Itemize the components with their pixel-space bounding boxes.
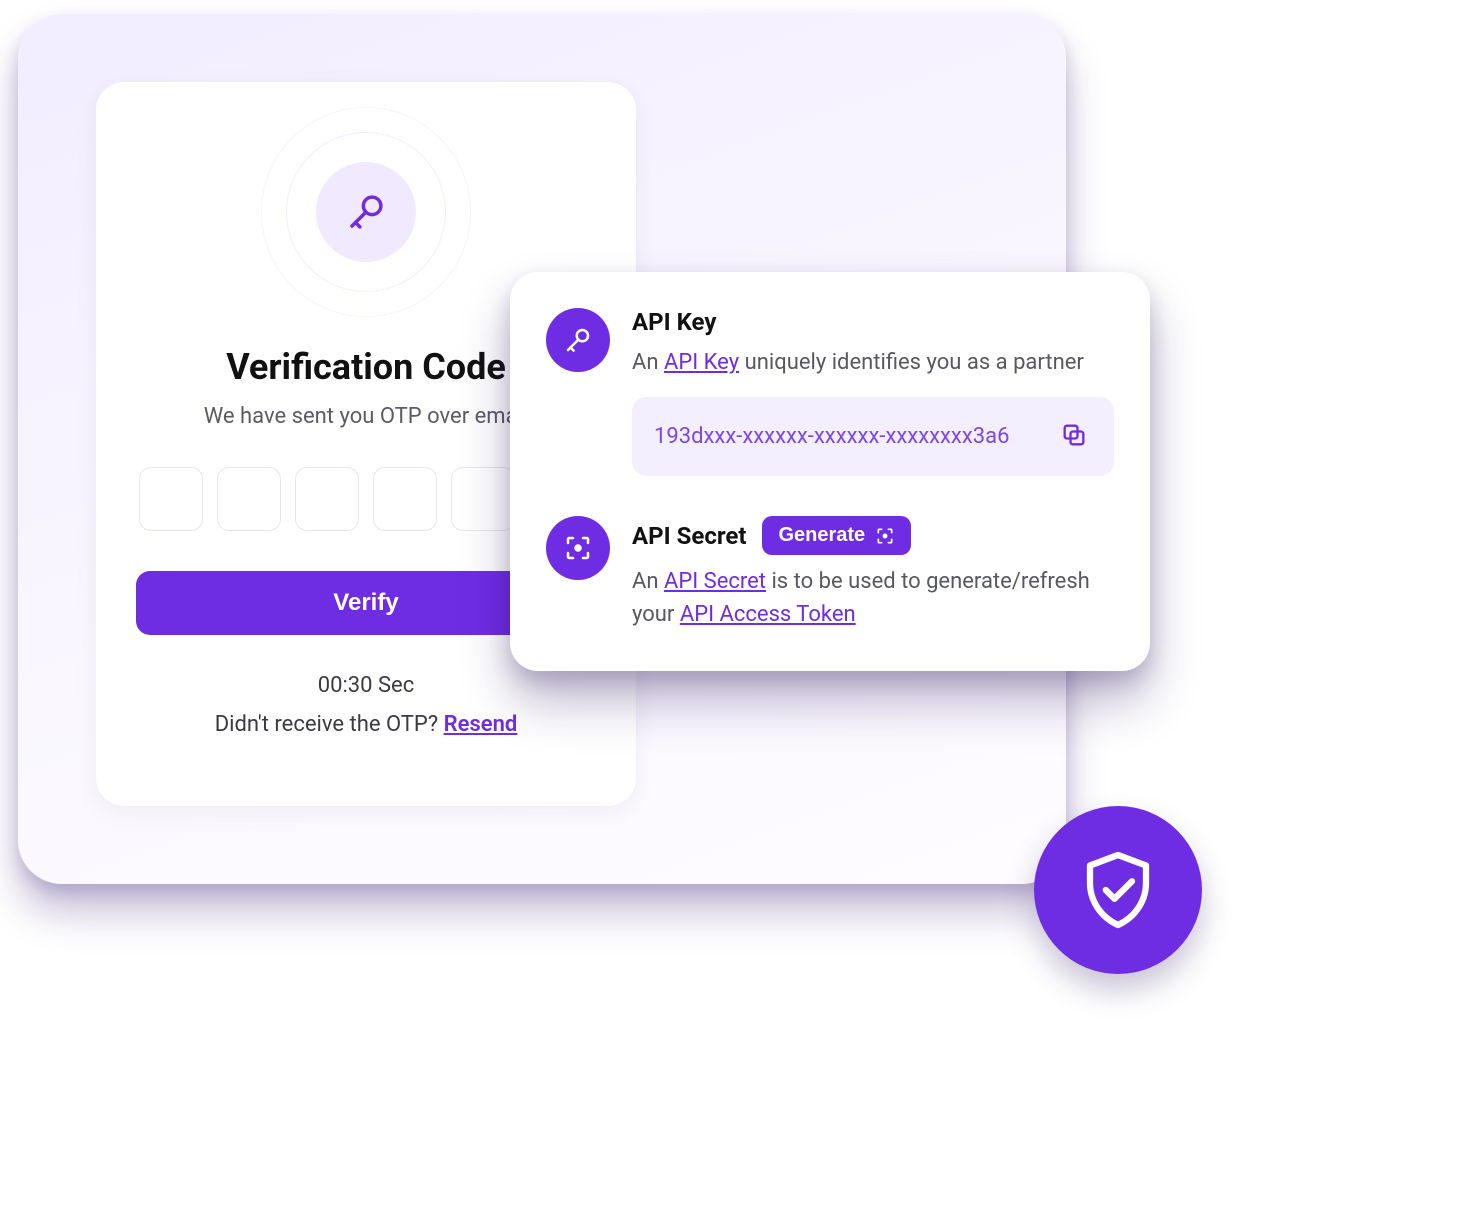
otp-timer: 00:30 Sec xyxy=(136,673,596,698)
otp-input-3[interactable] xyxy=(295,467,359,531)
otp-input-2[interactable] xyxy=(217,467,281,531)
generate-label: Generate xyxy=(778,524,865,547)
api-key-row: API Key An API Key uniquely identifies y… xyxy=(546,308,1114,476)
api-access-token-link[interactable]: API Access Token xyxy=(680,602,856,627)
focus-icon xyxy=(563,533,593,563)
api-secret-heading: API Secret xyxy=(632,522,746,550)
api-key-description: An API Key uniquely identifies you as a … xyxy=(632,346,1114,379)
api-key-icon-circle xyxy=(546,308,610,372)
security-fab[interactable] xyxy=(1034,806,1202,974)
otp-input-4[interactable] xyxy=(373,467,437,531)
api-secret-link[interactable]: API Secret xyxy=(664,569,766,594)
api-secret-icon-circle xyxy=(546,516,610,580)
api-secret-row: API Secret Generate An API Secret is to … xyxy=(546,516,1114,631)
otp-input-5[interactable] xyxy=(451,467,515,531)
copy-icon xyxy=(1060,421,1088,449)
api-key-value-box: 193dxxx-xxxxxx-xxxxxx-xxxxxxxx3a6 xyxy=(632,397,1114,476)
resend-line: Didn't receive the OTP? Resend xyxy=(136,712,596,737)
key-icon xyxy=(345,191,387,233)
api-key-link[interactable]: API Key xyxy=(664,350,739,375)
key-icon xyxy=(563,325,593,355)
api-key-value: 193dxxx-xxxxxx-xxxxxx-xxxxxxxx3a6 xyxy=(654,420,1009,453)
focus-icon xyxy=(875,526,895,546)
resend-prefix: Didn't receive the OTP? xyxy=(215,712,444,737)
resend-link[interactable]: Resend xyxy=(444,712,518,737)
api-secret-description: An API Secret is to be used to generate/… xyxy=(632,565,1114,631)
api-card: API Key An API Key uniquely identifies y… xyxy=(510,272,1150,671)
api-key-heading: API Key xyxy=(632,308,716,336)
generate-secret-button[interactable]: Generate xyxy=(762,516,911,555)
api-key-body: API Key An API Key uniquely identifies y… xyxy=(632,308,1114,476)
api-secret-desc-prefix: An xyxy=(632,569,664,594)
api-secret-body: API Secret Generate An API Secret is to … xyxy=(632,516,1114,631)
api-key-desc-prefix: An xyxy=(632,350,664,375)
copy-api-key-button[interactable] xyxy=(1056,417,1092,456)
key-circle xyxy=(316,162,416,262)
shield-check-icon xyxy=(1076,848,1160,932)
api-key-desc-suffix: uniquely identifies you as a partner xyxy=(739,350,1084,375)
key-illustration xyxy=(256,102,476,322)
otp-input-1[interactable] xyxy=(139,467,203,531)
